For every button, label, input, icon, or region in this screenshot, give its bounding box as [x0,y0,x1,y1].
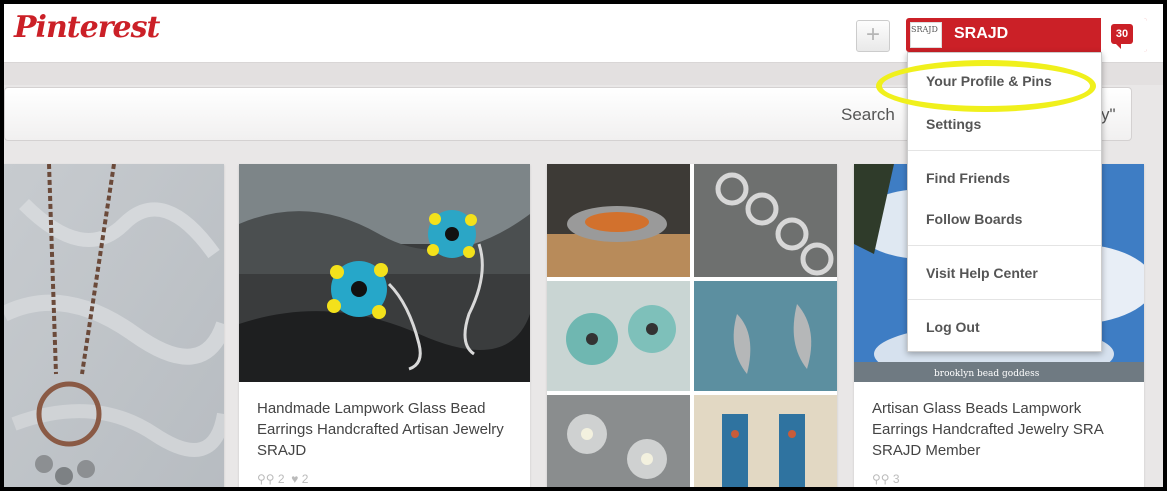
avatar: SRAJD [910,22,942,48]
notification-badge[interactable]: 30 [1111,24,1133,49]
add-pin-button[interactable]: + [856,20,890,52]
search-label: Search [841,105,895,124]
repin-count: 2 [277,472,285,486]
pin-stats: ⚲⚲ 2 ♥ 2 [257,472,308,486]
menu-item-find-friends[interactable]: Find Friends [926,170,1010,186]
search-trailing-text: y" [1101,105,1116,124]
like-icon: ♥ [291,472,299,486]
repin-count: 3 [892,472,900,486]
pin-image-earrings[interactable] [239,164,530,382]
like-count: 2 [301,472,309,486]
menu-item-settings[interactable]: Settings [926,116,981,132]
menu-item-help-center[interactable]: Visit Help Center [926,265,1038,281]
pin-image-caption: brooklyn bead goddess [934,369,1040,379]
pin-image-necklace[interactable] [4,164,224,487]
pin-card[interactable]: Handmade Lampwork Glass Bead Earrings Ha… [239,164,530,487]
app-frame: Pinterest + SRAJD SRAJD 30 Search y" Han… [4,4,1163,487]
repin-icon: ⚲⚲ [872,472,890,486]
notifications-area[interactable]: 30 [1101,18,1147,52]
repin-icon: ⚲⚲ [257,472,275,486]
menu-divider [908,299,1101,300]
pin-stats: ⚲⚲ 3 [872,472,900,486]
pinterest-logo[interactable]: Pinterest [14,10,160,45]
menu-item-log-out[interactable]: Log Out [926,319,980,335]
pin-description[interactable]: Handmade Lampwork Glass Bead Earrings Ha… [257,398,517,461]
menu-divider [908,245,1101,246]
pin-description[interactable]: Artisan Glass Beads Lampwork Earrings Ha… [872,398,1132,461]
menu-item-follow-boards[interactable]: Follow Boards [926,211,1022,227]
user-menu-button[interactable]: SRAJD SRAJD 30 [906,18,1147,52]
pin-card[interactable] [547,164,837,487]
menu-divider [908,150,1101,151]
pin-image-collage[interactable] [547,164,837,487]
user-name[interactable]: SRAJD [954,25,1008,43]
highlight-ellipse [876,60,1096,112]
pin-card[interactable] [4,164,224,487]
